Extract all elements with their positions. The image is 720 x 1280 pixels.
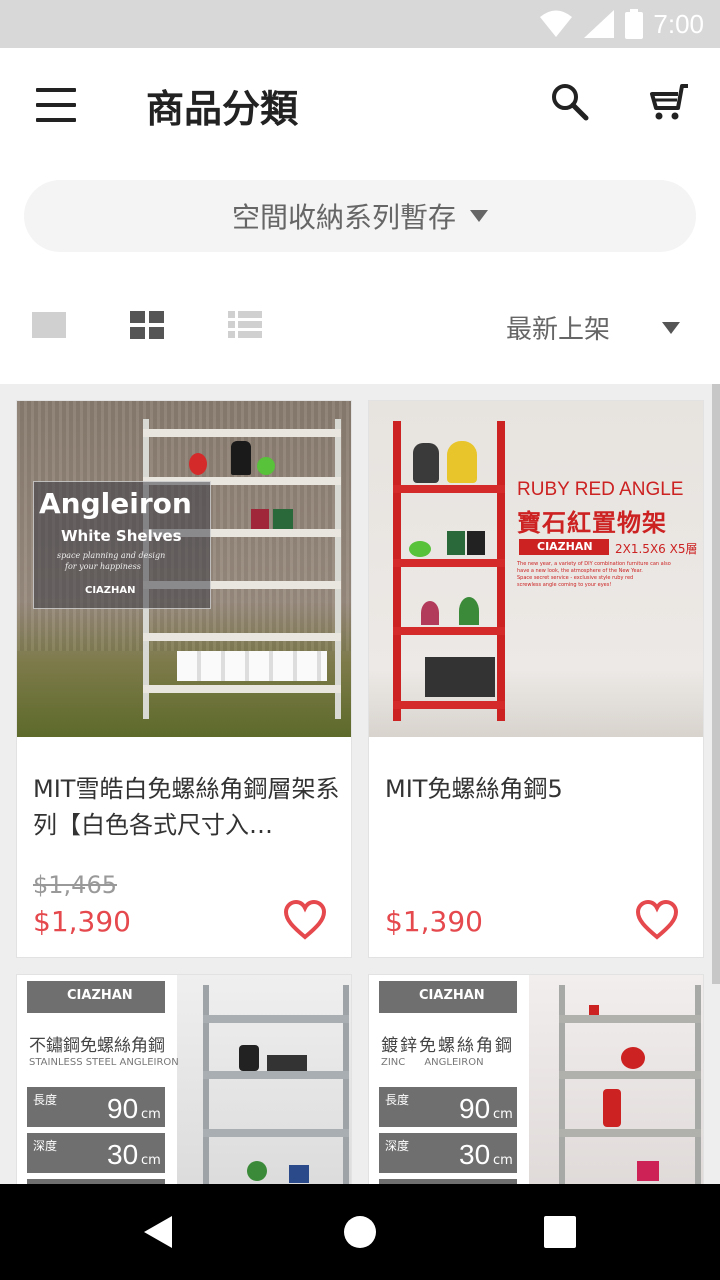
home-icon[interactable]	[344, 1216, 376, 1248]
image-desc: Space secret service - exclusive style r…	[517, 575, 634, 581]
depth-label: 深度	[385, 1139, 410, 1153]
sort-label: 最新上架	[506, 315, 611, 345]
menu-icon	[36, 88, 76, 92]
product-name: MIT免螺絲角鋼5	[385, 775, 563, 803]
signal-icon	[584, 10, 615, 38]
product-card[interactable]: RUBY RED ANGLE 寶石紅置物架 CIAZHAN 2X1.5X6 X5…	[368, 400, 704, 958]
product-card[interactable]: CIAZHAN 鍍鋅免螺絲角鋼 ZINC ANGLEIRON 長度 90 cm …	[368, 974, 704, 1184]
search-icon	[552, 84, 589, 121]
product-image: CIAZHAN 不鏽鋼免螺絲角鋼 STAINLESS STEEL ANGLEIR…	[17, 975, 351, 1184]
search-button[interactable]	[550, 82, 598, 130]
image-brand: CIAZHAN	[419, 988, 485, 1003]
cart-button[interactable]	[648, 82, 696, 130]
wifi-icon	[540, 10, 573, 37]
depth-unit: cm	[141, 1153, 161, 1168]
image-title-en: STAINLESS STEEL ANGLEIRON	[29, 1057, 179, 1068]
length-value: 90	[107, 1093, 139, 1124]
length-unit: cm	[493, 1107, 513, 1122]
length-unit: cm	[141, 1107, 161, 1122]
list-view-icon	[228, 311, 262, 338]
view-toolbar: 最新上架	[0, 290, 720, 366]
battery-icon	[625, 9, 644, 39]
grid-view-icon	[130, 311, 164, 339]
image-title-zh: 鍍鋅免螺絲角鋼	[381, 1036, 514, 1056]
length-value: 90	[459, 1093, 491, 1124]
favorite-button[interactable]	[283, 899, 327, 941]
image-brand: CIAZHAN	[67, 988, 133, 1003]
product-image: Angleiron White Shelves space planning a…	[17, 401, 351, 737]
back-icon[interactable]	[144, 1216, 172, 1248]
category-dropdown[interactable]: 空間收納系列暫存	[24, 180, 696, 252]
single-view-icon	[32, 312, 66, 338]
heart-icon	[635, 899, 679, 940]
product-original-price: $1,465	[33, 871, 117, 899]
heart-icon	[283, 899, 327, 940]
length-label: 長度	[385, 1093, 410, 1107]
image-size: 2X1.5X6 X5層	[615, 542, 698, 556]
product-price: $1,390	[385, 905, 483, 938]
status-bar: 7:00	[0, 0, 720, 48]
list-view-button[interactable]	[228, 310, 262, 344]
image-desc: The new year, a variety of DIY combinati…	[517, 561, 671, 567]
depth-unit: cm	[493, 1153, 513, 1168]
product-name: MIT雪皓白免螺絲角鋼層架系列【白色各式尺寸入…	[33, 775, 340, 839]
depth-label: 深度	[33, 1139, 58, 1153]
product-image: CIAZHAN 鍍鋅免螺絲角鋼 ZINC ANGLEIRON 長度 90 cm …	[369, 975, 703, 1184]
system-navigation-bar	[0, 1184, 720, 1280]
product-image: RUBY RED ANGLE 寶石紅置物架 CIAZHAN 2X1.5X6 X5…	[369, 401, 703, 737]
image-title-zh: 不鏽鋼免螺絲角鋼	[29, 1036, 165, 1056]
sort-chevron-icon	[662, 322, 680, 334]
recent-apps-icon[interactable]	[544, 1216, 576, 1248]
depth-value: 30	[107, 1139, 139, 1170]
image-tagline: space planning and design	[57, 551, 166, 560]
single-view-button[interactable]	[32, 310, 66, 344]
image-brand: CIAZHAN	[537, 540, 593, 553]
image-subtitle: White Shelves	[61, 527, 182, 545]
image-brand: CIAZHAN	[85, 585, 136, 596]
product-price: $1,390	[33, 905, 131, 938]
image-desc: have a new look, the atmosphere of the N…	[517, 568, 643, 574]
chevron-down-icon	[470, 210, 488, 222]
image-title: Angleiron	[39, 487, 192, 520]
grid-view-button[interactable]	[130, 310, 164, 344]
scrollbar[interactable]	[712, 384, 720, 984]
product-grid: Angleiron White Shelves space planning a…	[0, 384, 720, 1184]
image-title-en: ZINC ANGLEIRON	[381, 1057, 484, 1068]
image-title-zh: 寶石紅置物架	[517, 509, 667, 537]
cart-icon	[650, 84, 688, 120]
category-label: 空間收納系列暫存	[231, 201, 456, 234]
page-title: 商品分類	[146, 87, 299, 131]
depth-value: 30	[459, 1139, 491, 1170]
product-card[interactable]: Angleiron White Shelves space planning a…	[16, 400, 352, 958]
image-title-en: RUBY RED ANGLE	[517, 479, 684, 500]
product-card[interactable]: CIAZHAN 不鏽鋼免螺絲角鋼 STAINLESS STEEL ANGLEIR…	[16, 974, 352, 1184]
length-label: 長度	[33, 1093, 58, 1107]
app-bar: 商品分類	[0, 48, 720, 160]
image-desc: screwless angle coming to your eyes!	[517, 582, 612, 588]
menu-button[interactable]	[32, 82, 80, 126]
image-tagline: for your happiness	[65, 562, 141, 571]
favorite-button[interactable]	[635, 899, 679, 941]
status-time: 7:00	[653, 8, 704, 39]
